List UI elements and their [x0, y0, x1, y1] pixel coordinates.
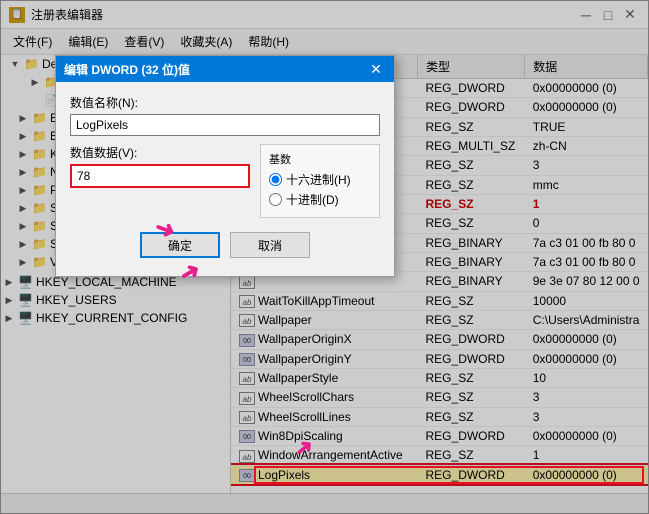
data-input[interactable]	[70, 164, 250, 188]
modal-overlay: 编辑 DWORD (32 位)值 ✕ 数值名称(N): 数值数据(V): 基数 …	[0, 0, 649, 514]
data-label: 数值数据(V):	[70, 144, 250, 161]
modal-buttons: 确定 取消	[70, 226, 380, 266]
modal-content: 数值名称(N): 数值数据(V): 基数 十六进制(H) 十进制(D)	[56, 82, 394, 276]
radio-hex-label: 十六进制(H)	[286, 171, 351, 188]
base-title: 基数	[269, 151, 371, 167]
value-row: 数值数据(V): 基数 十六进制(H) 十进制(D)	[70, 144, 380, 218]
radio-dec-input[interactable]	[269, 193, 282, 206]
name-label: 数值名称(N):	[70, 94, 380, 111]
modal-close-button[interactable]: ✕	[366, 59, 386, 79]
radio-dec-label: 十进制(D)	[286, 191, 339, 208]
value-input-wrap: 数值数据(V):	[70, 144, 250, 188]
cancel-button[interactable]: 取消	[230, 232, 310, 258]
radio-dec[interactable]: 十进制(D)	[269, 191, 371, 208]
base-group: 基数 十六进制(H) 十进制(D)	[260, 144, 380, 218]
modal-title: 编辑 DWORD (32 位)值	[64, 61, 190, 78]
radio-hex-input[interactable]	[269, 173, 282, 186]
modal-dialog: 编辑 DWORD (32 位)值 ✕ 数值名称(N): 数值数据(V): 基数 …	[55, 55, 395, 277]
modal-title-bar: 编辑 DWORD (32 位)值 ✕	[56, 56, 394, 82]
radio-hex[interactable]: 十六进制(H)	[269, 171, 371, 188]
ok-button[interactable]: 确定	[140, 232, 220, 258]
name-input[interactable]	[70, 114, 380, 136]
